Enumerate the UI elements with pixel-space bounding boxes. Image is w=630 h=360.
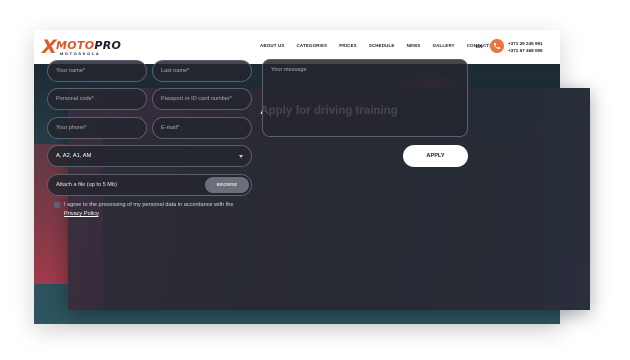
nav-about-us[interactable]: ABOUT US	[260, 43, 285, 48]
main-nav: ABOUT US CATEGORIES PRICES SCHEDULE NEWS…	[260, 43, 504, 48]
privacy-policy-link[interactable]: Privacy Policy	[64, 211, 98, 217]
chevron-down-icon	[239, 155, 243, 158]
message-textarea[interactable]: Your message	[262, 59, 468, 137]
browse-button[interactable]: BROWSE	[205, 177, 249, 193]
personal-code-input[interactable]: Personal code*	[47, 88, 147, 110]
file-attach-field[interactable]: Attach a file (up to 5 Mb) BROWSE	[47, 174, 252, 196]
category-select-value: A, A2, A1, AM	[56, 153, 92, 159]
nav-prices[interactable]: PRICES	[339, 43, 357, 48]
apply-button[interactable]: APPLY	[403, 145, 468, 167]
first-name-input[interactable]: Your name*	[47, 60, 147, 82]
logo-tagline: MOTOSKOLA	[60, 51, 101, 56]
consent-text: I agree to the processing of my personal…	[64, 202, 234, 217]
nav-schedule[interactable]: SCHEDULE	[369, 43, 395, 48]
phone-numbers: +371 29 245 991 +371 67 468 055	[508, 40, 543, 54]
nav-news[interactable]: NEWS	[407, 43, 421, 48]
phone-input[interactable]: Your phone*	[47, 117, 147, 139]
consent-checkbox[interactable]	[54, 202, 60, 208]
nav-categories[interactable]: CATEGORIES	[297, 43, 328, 48]
phone-number-2[interactable]: +371 67 468 055	[508, 47, 543, 54]
category-select[interactable]: A, A2, A1, AM	[47, 145, 252, 167]
logo-word: MOTOPRO	[56, 39, 122, 52]
phone-number-1[interactable]: +371 29 245 991	[508, 40, 543, 47]
phone-icon[interactable]	[490, 39, 504, 53]
logo-mark: X	[42, 36, 57, 58]
last-name-input[interactable]: Last name*	[152, 60, 252, 82]
nav-gallery[interactable]: GALLERY	[433, 43, 455, 48]
id-number-input[interactable]: Passport or ID card number*	[152, 88, 252, 110]
logo[interactable]: X MOTOPRO MOTOSKOLA	[42, 38, 126, 58]
language-switch[interactable]: EN	[476, 44, 482, 49]
attach-label: Attach a file (up to 5 Mb)	[56, 182, 117, 188]
email-input[interactable]: E-mail*	[152, 117, 252, 139]
